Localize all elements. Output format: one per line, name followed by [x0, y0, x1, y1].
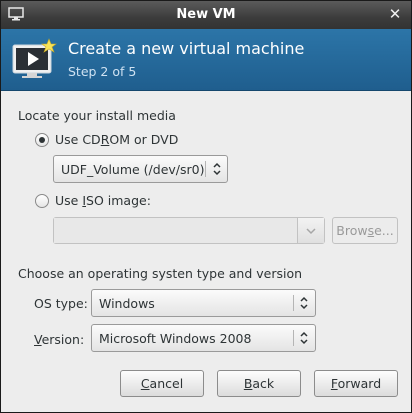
install-media-heading: Locate your install media [18, 108, 176, 123]
cdrom-radio-label[interactable]: Use CDROM or DVD [55, 132, 178, 147]
close-icon[interactable]: ✕ [387, 6, 403, 22]
up-down-arrows-icon [300, 331, 308, 345]
version-label: Version: [34, 332, 85, 347]
new-vm-window: New VM ✕ Create a new virtual machine St… [0, 0, 412, 413]
combo-separator [205, 161, 206, 177]
iso-radio[interactable] [35, 194, 49, 208]
os-heading: Choose an operating systen type and vers… [18, 266, 303, 281]
os-version-value: Microsoft Windows 2008 [99, 331, 252, 346]
cdrom-device-select[interactable]: UDF_Volume (/dev/sr0) [53, 155, 228, 183]
browse-button: Browse... [332, 217, 398, 244]
os-type-label: OS type: [34, 296, 88, 311]
iso-dropdown-button [297, 218, 324, 243]
iso-path-combo [53, 217, 325, 244]
back-button[interactable]: Back [217, 370, 301, 397]
iso-path-input [54, 218, 298, 243]
window-title: New VM [176, 7, 236, 22]
iso-radio-label[interactable]: Use ISO image: [55, 193, 151, 208]
os-version-select[interactable]: Microsoft Windows 2008 [91, 324, 316, 352]
os-type-value: Windows [99, 296, 155, 311]
combo-separator [293, 330, 294, 346]
cdrom-radio[interactable] [35, 133, 49, 147]
chevron-down-icon [306, 228, 316, 235]
wizard-header: Create a new virtual machine Step 2 of 5 [1, 29, 411, 91]
cancel-button[interactable]: Cancel [120, 370, 204, 397]
forward-button[interactable]: Forward [314, 370, 398, 397]
wizard-step: Step 2 of 5 [68, 64, 137, 79]
up-down-arrows-icon [300, 296, 308, 310]
up-down-arrows-icon [213, 162, 221, 176]
vm-screen-new-icon [12, 38, 57, 78]
combo-separator [293, 295, 294, 311]
wizard-title: Create a new virtual machine [68, 39, 305, 58]
os-type-select[interactable]: Windows [91, 289, 316, 317]
cdrom-device-value: UDF_Volume (/dev/sr0) [61, 162, 205, 177]
title-bar[interactable]: New VM ✕ [1, 1, 411, 29]
